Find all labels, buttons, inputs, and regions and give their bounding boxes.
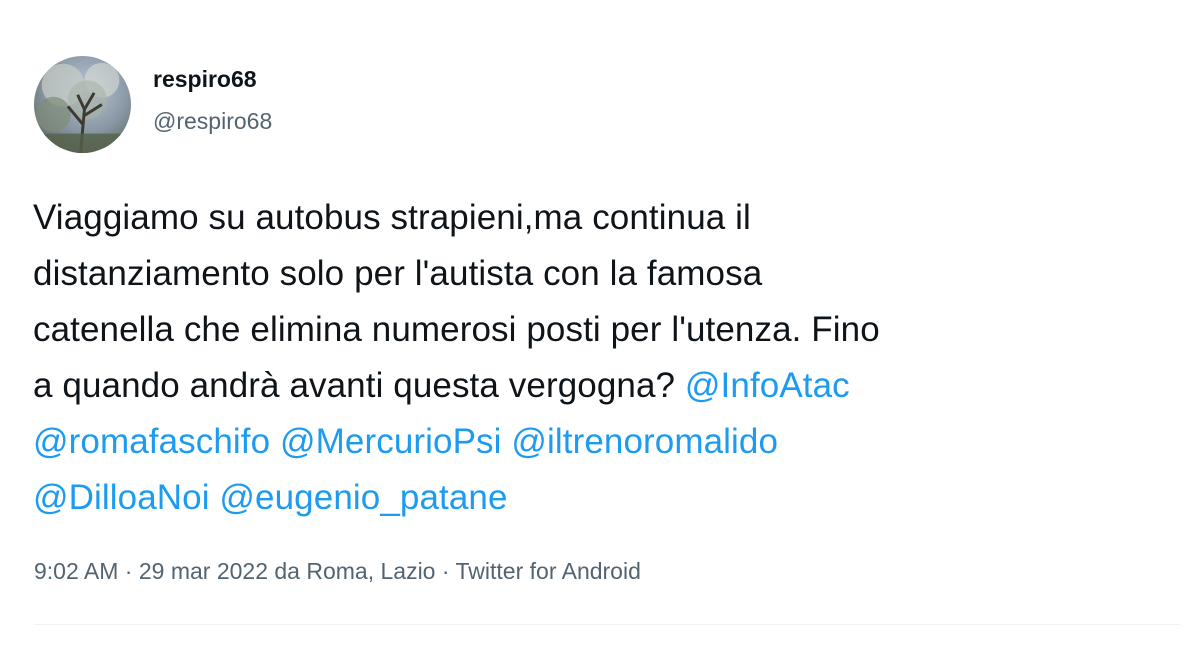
tweet-text-line: distanziamento solo per l'autista con la… xyxy=(33,254,763,293)
mention-link[interactable]: @InfoAtac xyxy=(685,366,850,405)
mention-link[interactable]: @MercurioPsi xyxy=(280,422,502,461)
mention-link[interactable]: @DilloaNoi xyxy=(33,478,210,517)
tweet-date[interactable]: 29 mar 2022 xyxy=(139,558,268,584)
tweet-source[interactable]: Twitter for Android xyxy=(456,558,641,584)
mention-link[interactable]: @eugenio_patane xyxy=(219,478,507,517)
tweet-card: respiro68 @respiro68 Viaggiamo su autobu… xyxy=(0,0,1200,655)
profile-photo-tree-icon xyxy=(34,56,131,153)
display-name[interactable]: respiro68 xyxy=(153,66,257,93)
tweet-location: da Roma, Lazio xyxy=(274,558,436,584)
mention-link[interactable]: @romafaschifo xyxy=(33,422,270,461)
divider xyxy=(34,624,1180,625)
mention-link[interactable]: @iltrenoromalido xyxy=(511,422,778,461)
user-handle[interactable]: @respiro68 xyxy=(153,108,272,135)
tweet-text-line: catenella che elimina numerosi posti per… xyxy=(33,310,880,349)
tweet-text-line: a quando andrà avanti questa vergogna? xyxy=(33,366,676,405)
meta-separator: · xyxy=(124,558,133,584)
tweet-metadata: 9:02 AM · 29 mar 2022 da Roma, Lazio · T… xyxy=(34,558,641,585)
meta-separator: · xyxy=(441,558,450,584)
tweet-time[interactable]: 9:02 AM xyxy=(34,558,118,584)
tweet-text-line: Viaggiamo su autobus strapieni,ma contin… xyxy=(33,198,751,237)
avatar[interactable] xyxy=(34,56,131,153)
tweet-text: Viaggiamo su autobus strapieni,ma contin… xyxy=(33,190,1183,526)
